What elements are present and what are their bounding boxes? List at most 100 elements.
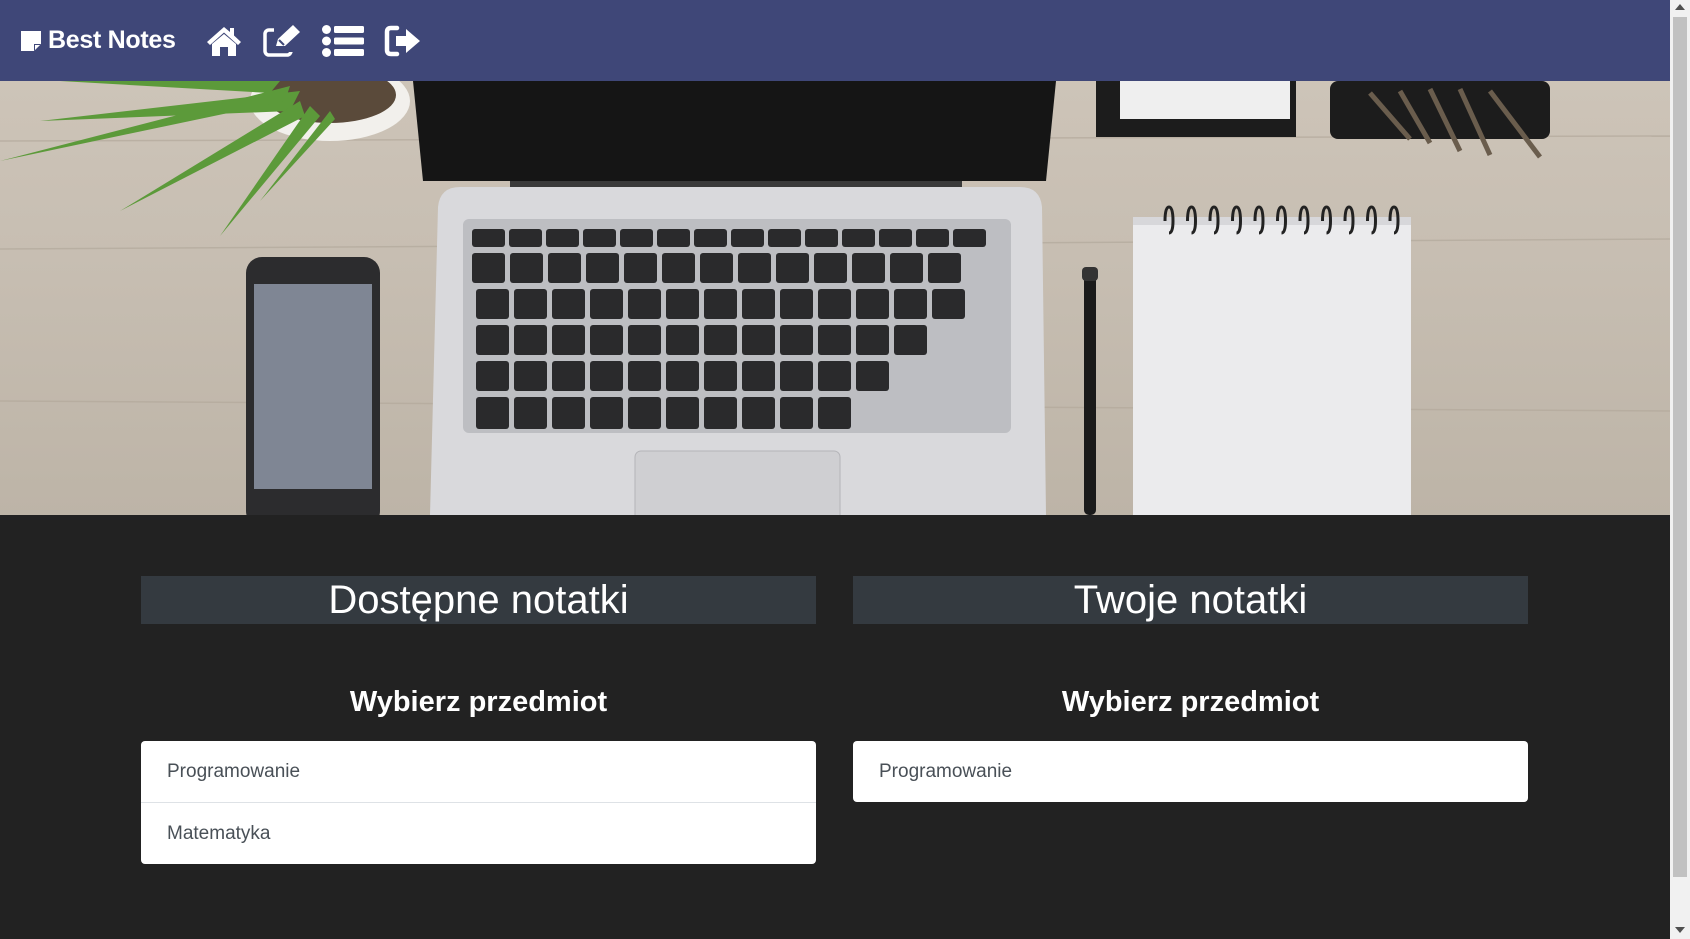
keyboard-key bbox=[890, 253, 923, 283]
keyboard-key bbox=[879, 229, 912, 247]
keyboard-key bbox=[694, 229, 727, 247]
keyboard-key bbox=[476, 361, 509, 391]
keyboard-key bbox=[666, 289, 699, 319]
scroll-thumb[interactable] bbox=[1673, 17, 1687, 877]
subject-item-programowanie[interactable]: Programowanie bbox=[141, 741, 816, 803]
keyboard-key bbox=[742, 397, 775, 429]
your-notes-panel: Twoje notatki Wybierz przedmiot Programo… bbox=[853, 576, 1528, 802]
keyboard-key bbox=[628, 361, 661, 391]
keyboard-key bbox=[552, 325, 585, 355]
keyboard-key bbox=[583, 229, 616, 247]
available-notes-title: Dostępne notatki bbox=[141, 576, 816, 624]
keyboard-key bbox=[628, 325, 661, 355]
sign-out-link[interactable] bbox=[384, 25, 422, 57]
keyboard-key bbox=[590, 325, 623, 355]
keyboard-key bbox=[818, 397, 851, 429]
page-scrollbar[interactable] bbox=[1670, 0, 1690, 939]
keyboard-key bbox=[514, 361, 547, 391]
brand-link[interactable]: Best Notes bbox=[20, 26, 176, 55]
keyboard-key bbox=[476, 289, 509, 319]
subject-item-matematyka[interactable]: Matematyka bbox=[141, 803, 816, 864]
keyboard-key bbox=[842, 229, 875, 247]
keyboard-key bbox=[894, 289, 927, 319]
scroll-up-arrow-icon[interactable] bbox=[1675, 4, 1685, 10]
your-notes-subtitle: Wybierz przedmiot bbox=[1061, 686, 1320, 718]
keyboard-key bbox=[666, 397, 699, 429]
keyboard-key bbox=[704, 361, 737, 391]
keyboard-key bbox=[776, 253, 809, 283]
keyboard-key bbox=[704, 289, 737, 319]
keyboard-key bbox=[856, 289, 889, 319]
scroll-down-arrow-icon[interactable] bbox=[1675, 927, 1685, 933]
keyboard-key bbox=[780, 325, 813, 355]
list-link[interactable] bbox=[321, 24, 364, 57]
keyboard-key bbox=[780, 361, 813, 391]
keyboard-key bbox=[548, 253, 581, 283]
edit-note-link[interactable] bbox=[262, 24, 302, 58]
keyboard-key bbox=[818, 325, 851, 355]
keyboard-key bbox=[742, 361, 775, 391]
keyboard-key bbox=[657, 229, 690, 247]
keyboard-key bbox=[814, 253, 847, 283]
keyboard-key bbox=[742, 325, 775, 355]
nav-links bbox=[206, 24, 442, 58]
keyboard-key bbox=[552, 361, 585, 391]
keyboard-key bbox=[510, 253, 543, 283]
subject-item-programowanie[interactable]: Programowanie bbox=[853, 741, 1528, 802]
keyboard-key bbox=[953, 229, 986, 247]
keyboard-key bbox=[932, 289, 965, 319]
keyboard-key bbox=[856, 361, 889, 391]
keyboard-key bbox=[590, 361, 623, 391]
available-notes-subtitle: Wybierz przedmiot bbox=[349, 686, 608, 718]
keyboard-key bbox=[852, 253, 885, 283]
keyboard-key bbox=[805, 229, 838, 247]
keyboard-key bbox=[590, 397, 623, 429]
home-link[interactable] bbox=[206, 25, 242, 57]
keyboard-key bbox=[780, 289, 813, 319]
hero-image bbox=[0, 81, 1670, 515]
home-icon bbox=[206, 26, 241, 56]
keyboard-key bbox=[590, 289, 623, 319]
desk-laptop-notebook-photo bbox=[0, 81, 1670, 515]
keyboard-key bbox=[662, 253, 695, 283]
keyboard-key bbox=[780, 397, 813, 429]
your-notes-title: Twoje notatki bbox=[853, 576, 1528, 624]
keyboard-key bbox=[476, 325, 509, 355]
sign-out-icon bbox=[384, 25, 420, 56]
keyboard-key bbox=[514, 397, 547, 429]
top-navbar: Best Notes bbox=[0, 0, 1670, 81]
keyboard-key bbox=[731, 229, 764, 247]
keyboard-key bbox=[552, 289, 585, 319]
keyboard-key bbox=[666, 361, 699, 391]
keyboard-key bbox=[818, 289, 851, 319]
keyboard-key bbox=[738, 253, 771, 283]
sticky-note-icon bbox=[20, 30, 42, 52]
keyboard-key bbox=[472, 229, 505, 247]
keyboard-key bbox=[552, 397, 585, 429]
keyboard-key bbox=[514, 325, 547, 355]
keyboard-key bbox=[586, 253, 619, 283]
keyboard-key bbox=[742, 289, 775, 319]
available-subjects-list: Programowanie Matematyka bbox=[141, 741, 816, 864]
keyboard-key bbox=[856, 325, 889, 355]
keyboard-key bbox=[768, 229, 801, 247]
keyboard-key bbox=[509, 229, 542, 247]
keyboard-key bbox=[928, 253, 961, 283]
keyboard-key bbox=[666, 325, 699, 355]
keyboard-key bbox=[472, 253, 505, 283]
keyboard-key bbox=[704, 325, 737, 355]
edit-note-icon bbox=[262, 24, 300, 57]
your-subjects-list: Programowanie bbox=[853, 741, 1528, 802]
keyboard-key bbox=[514, 289, 547, 319]
keyboard-key bbox=[916, 229, 949, 247]
brand-name: Best Notes bbox=[48, 26, 176, 54]
keyboard-key bbox=[704, 397, 737, 429]
keyboard-key bbox=[476, 397, 509, 429]
available-notes-panel: Dostępne notatki Wybierz przedmiot Progr… bbox=[141, 576, 816, 864]
keyboard-key bbox=[624, 253, 657, 283]
list-icon bbox=[321, 24, 364, 57]
keyboard-key bbox=[628, 289, 661, 319]
keyboard-key bbox=[700, 253, 733, 283]
keyboard-key bbox=[620, 229, 653, 247]
keyboard-key bbox=[818, 361, 851, 391]
